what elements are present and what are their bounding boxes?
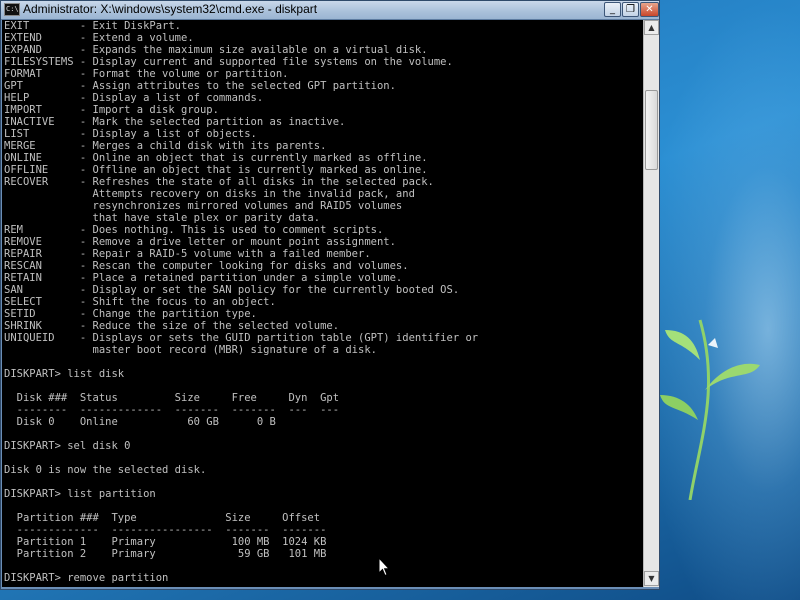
console-line: EXIT - Exit DiskPart. bbox=[4, 20, 182, 32]
console-line: master boot record (MBR) signature of a … bbox=[4, 344, 377, 356]
console-line: FORMAT - Format the volume or partition. bbox=[4, 68, 289, 80]
console-line: OFFLINE - Offline an object that is curr… bbox=[4, 164, 428, 176]
console-line: UNIQUEID - Displays or sets the GUID par… bbox=[4, 332, 479, 344]
console-line: INACTIVE - Mark the selected partition a… bbox=[4, 116, 346, 128]
console-output[interactable]: EXIT - Exit DiskPart. EXTEND - Extend a … bbox=[2, 20, 643, 587]
console-line: REMOVE - Remove a drive letter or mount … bbox=[4, 236, 396, 248]
console-line: Disk 0 Online 60 GB 0 B bbox=[4, 416, 276, 428]
console-line: Attempts recovery on disks in the invali… bbox=[4, 188, 415, 200]
console-line: HELP - Display a list of commands. bbox=[4, 92, 264, 104]
title-bar[interactable]: C:\ Administrator: X:\windows\system32\c… bbox=[1, 1, 659, 20]
scroll-down-button[interactable]: ▼ bbox=[644, 571, 659, 586]
scroll-thumb[interactable] bbox=[645, 90, 658, 170]
console-line: DISKPART> list disk bbox=[4, 368, 125, 380]
console-line: REPAIR - Repair a RAID-5 volume with a f… bbox=[4, 248, 371, 260]
console-line: ------------- ---------------- ------- -… bbox=[4, 524, 327, 536]
desktop-wallpaper-leaf-icon bbox=[660, 319, 760, 500]
console-line: -------- ------------- ------- ------- -… bbox=[4, 404, 340, 416]
console-line: LIST - Display a list of objects. bbox=[4, 128, 257, 140]
console-line: IMPORT - Import a disk group. bbox=[4, 104, 219, 116]
cmd-window: C:\ Administrator: X:\windows\system32\c… bbox=[0, 0, 660, 590]
window-title: Administrator: X:\windows\system32\cmd.e… bbox=[23, 2, 318, 16]
console-line: resynchronizes mirrored volumes and RAID… bbox=[4, 200, 403, 212]
console-line: DISKPART> sel disk 0 bbox=[4, 440, 131, 452]
cmd-app-icon[interactable]: C:\ bbox=[4, 3, 20, 16]
console-line: Disk 0 is now the selected disk. bbox=[4, 464, 207, 476]
mouse-pointer-icon bbox=[378, 557, 390, 577]
console-line: SETID - Change the partition type. bbox=[4, 308, 257, 320]
console-line: that have stale plex or parity data. bbox=[4, 212, 321, 224]
console-line: RESCAN - Rescan the computer looking for… bbox=[4, 260, 409, 272]
console-line: Partition ### Type Size Offset bbox=[4, 512, 321, 524]
scroll-up-button[interactable]: ▲ bbox=[644, 20, 659, 35]
console-line: Partition 1 Primary 100 MB 1024 KB bbox=[4, 536, 327, 548]
console-line: Disk ### Status Size Free Dyn Gpt bbox=[4, 392, 340, 404]
console-line: RETAIN - Place a retained partition unde… bbox=[4, 272, 403, 284]
console-line: EXTEND - Extend a volume. bbox=[4, 32, 194, 44]
vertical-scrollbar[interactable]: ▲ ▼ bbox=[643, 20, 659, 587]
console-line: GPT - Assign attributes to the selected … bbox=[4, 80, 396, 92]
console-line: EXPAND - Expands the maximum size availa… bbox=[4, 44, 428, 56]
console-line: DISKPART> list partition bbox=[4, 488, 156, 500]
console-line: ONLINE - Online an object that is curren… bbox=[4, 152, 428, 164]
console-line: REM - Does nothing. This is used to comm… bbox=[4, 224, 384, 236]
console-line: SELECT - Shift the focus to an object. bbox=[4, 296, 276, 308]
restore-button[interactable]: ❐ bbox=[622, 2, 639, 17]
console-text: EXIT - Exit DiskPart. EXTEND - Extend a … bbox=[2, 20, 643, 584]
console-line: SAN - Display or set the SAN policy for … bbox=[4, 284, 460, 296]
console-line: Partition 2 Primary 59 GB 101 MB bbox=[4, 548, 327, 560]
console-line: SHRINK - Reduce the size of the selected… bbox=[4, 320, 340, 332]
minimize-button[interactable]: _ bbox=[604, 2, 621, 17]
close-button[interactable]: ✕ bbox=[640, 2, 659, 17]
console-line: RECOVER - Refreshes the state of all dis… bbox=[4, 176, 434, 188]
console-line: FILESYSTEMS - Display current and suppor… bbox=[4, 56, 453, 68]
console-line: DISKPART> remove partition bbox=[4, 572, 169, 584]
console-line: MERGE - Merges a child disk with its par… bbox=[4, 140, 327, 152]
